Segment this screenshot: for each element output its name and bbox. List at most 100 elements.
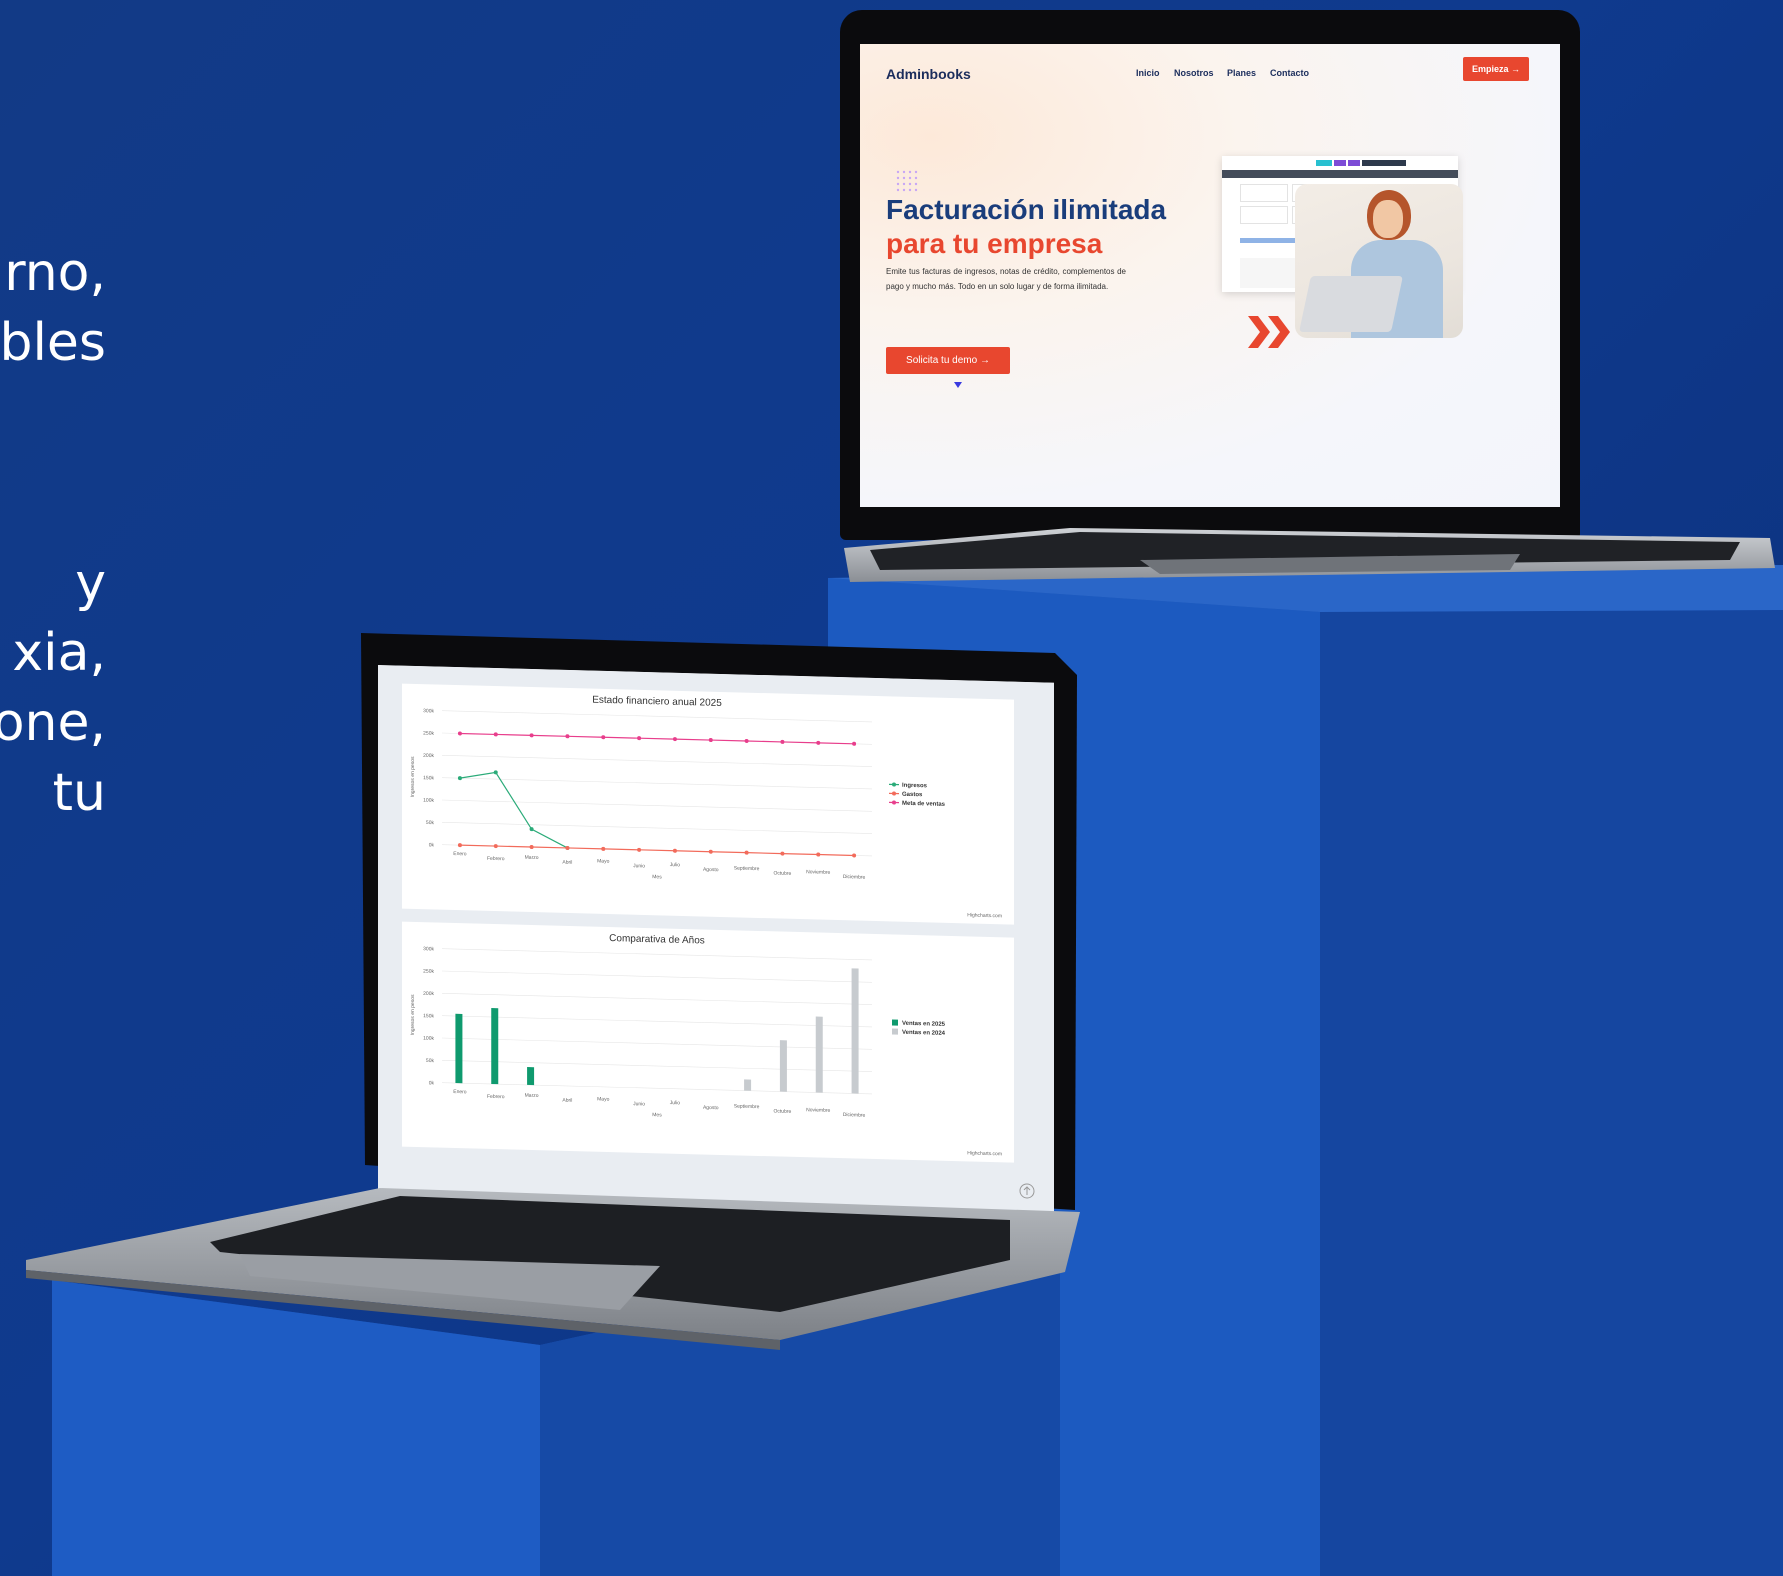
x-tick-label: Abril <box>562 860 572 866</box>
data-point <box>637 736 642 741</box>
data-point <box>708 738 713 743</box>
bar <box>527 1067 535 1086</box>
y-tick-label: 250k <box>423 969 434 975</box>
y-tick-label: 50k <box>426 820 435 826</box>
legend-marker <box>892 791 896 796</box>
data-point <box>565 734 570 739</box>
data-point <box>672 737 677 742</box>
line-chart-panel: Estado financiero anual 2025 0k 50k 100k 150… <box>402 683 1014 925</box>
y-tick-label: 50k <box>426 1058 435 1064</box>
y-tick-label: 300k <box>423 708 434 714</box>
landing-page: Adminbooks Inicio Nosotros Planes Contac… <box>860 44 1560 507</box>
x-tick-label: Noviembre <box>806 1107 830 1114</box>
series-line <box>459 844 855 857</box>
x-tick-label: Octubre <box>774 1108 792 1114</box>
chart-title: Estado financiero anual 2025 <box>592 695 722 709</box>
gridline <box>442 777 872 790</box>
gridline <box>442 710 872 723</box>
x-tick-label: Marzo <box>525 855 539 861</box>
data-point <box>601 846 606 851</box>
x-tick-label: Julio <box>670 862 681 868</box>
nav-inicio[interactable]: Inicio <box>1136 68 1160 78</box>
legend-label: Meta de ventas <box>902 801 946 808</box>
data-point <box>529 733 534 738</box>
data-point <box>708 849 713 854</box>
x-tick-label: Octubre <box>774 870 792 876</box>
data-point <box>565 845 570 850</box>
gridline <box>442 993 872 1005</box>
bar-chart: Comparativa de Años 0k 50k 100k 150k 200k 250k… <box>410 933 1002 1157</box>
laptop-bottom-base <box>26 1188 1080 1350</box>
legend-swatch <box>892 1019 898 1026</box>
hero-subtitle: Emite tus facturas de ingresos, notas de… <box>886 267 1126 291</box>
y-tick-label: 100k <box>423 798 434 804</box>
dots-decoration <box>896 170 918 192</box>
x-tick-label: Septiembre <box>734 1104 760 1111</box>
gridline <box>442 970 872 983</box>
y-tick-label: 100k <box>423 1036 434 1042</box>
y-tick-label: 200k <box>423 991 434 997</box>
y-tick-label: 0k <box>429 1080 435 1086</box>
gridline <box>442 1015 872 1028</box>
series-line <box>459 771 568 849</box>
data-point <box>457 731 462 736</box>
legend-label: Ingresos <box>902 783 928 790</box>
legend-label: Gastos <box>902 792 923 799</box>
x-tick-label: Enero <box>453 1089 467 1095</box>
hero-title-line2: para tu empresa <box>886 228 1103 259</box>
bar-chart-panel: Comparativa de Años 0k 50k 100k 150k 200k 250k… <box>402 921 1014 1163</box>
bar <box>851 968 859 1094</box>
x-axis-title: Mes <box>652 1112 662 1118</box>
x-tick-label: Abril <box>562 1098 572 1104</box>
y-tick-label: 300k <box>423 946 434 952</box>
x-tick-label: Mayo <box>597 1096 609 1102</box>
data-point <box>601 735 606 740</box>
empieza-button[interactable]: Empieza → <box>1463 57 1529 81</box>
scroll-down-icon[interactable] <box>953 380 963 390</box>
nav-nosotros[interactable]: Nosotros <box>1174 68 1214 78</box>
data-point <box>744 850 749 855</box>
legend-swatch <box>892 1028 898 1035</box>
x-tick-label: Julio <box>670 1100 681 1106</box>
bar <box>491 1008 499 1085</box>
chart-title: Comparativa de Años <box>609 933 705 947</box>
data-point <box>852 741 857 746</box>
x-tick-label: Noviembre <box>806 869 830 876</box>
x-axis-title: Mes <box>652 874 662 880</box>
bar <box>744 1079 752 1091</box>
legend-marker <box>892 800 896 805</box>
gridline <box>442 1037 872 1050</box>
y-tick-label: 150k <box>423 1013 434 1019</box>
x-tick-label: Junio <box>633 1101 645 1107</box>
data-point <box>457 776 462 781</box>
y-axis-title: Ingresos en pesos <box>410 756 416 798</box>
data-point <box>493 844 498 849</box>
laptop-top-screen: Adminbooks Inicio Nosotros Planes Contac… <box>860 44 1560 507</box>
x-tick-label: Agosto <box>703 867 719 873</box>
nav-contacto[interactable]: Contacto <box>1270 68 1309 78</box>
x-tick-label: Diciembre <box>843 1112 866 1119</box>
site-logo[interactable]: Adminbooks <box>886 66 971 82</box>
data-point <box>780 739 785 744</box>
nav-planes[interactable]: Planes <box>1227 68 1256 78</box>
data-point <box>816 740 821 745</box>
y-tick-label: 250k <box>423 731 434 737</box>
data-point <box>780 851 785 856</box>
x-tick-label: Enero <box>453 851 467 857</box>
bar <box>455 1013 463 1084</box>
y-tick-label: 150k <box>423 775 434 781</box>
y-tick-label: 0k <box>429 842 435 848</box>
analytics-dashboard: Estado financiero anual 2025 0k 50k 100k 150… <box>378 665 1054 1213</box>
x-tick-label: Febrero <box>487 856 505 862</box>
laptop-top-base <box>844 528 1775 582</box>
data-point <box>637 847 642 852</box>
data-point <box>457 843 462 848</box>
chart-credit: Highcharts.com <box>967 912 1002 919</box>
demo-button[interactable]: Solicita tu demo → <box>886 347 1010 374</box>
legend-marker <box>892 782 896 787</box>
line-chart: Estado financiero anual 2025 0k 50k 100k 150… <box>410 695 1002 920</box>
bar <box>815 1016 823 1093</box>
gridline <box>442 799 872 812</box>
legend-label: Ventas en 2024 <box>902 1030 946 1037</box>
laptop-bottom-screen: Estado financiero anual 2025 0k 50k 100k 150… <box>378 665 1054 1213</box>
